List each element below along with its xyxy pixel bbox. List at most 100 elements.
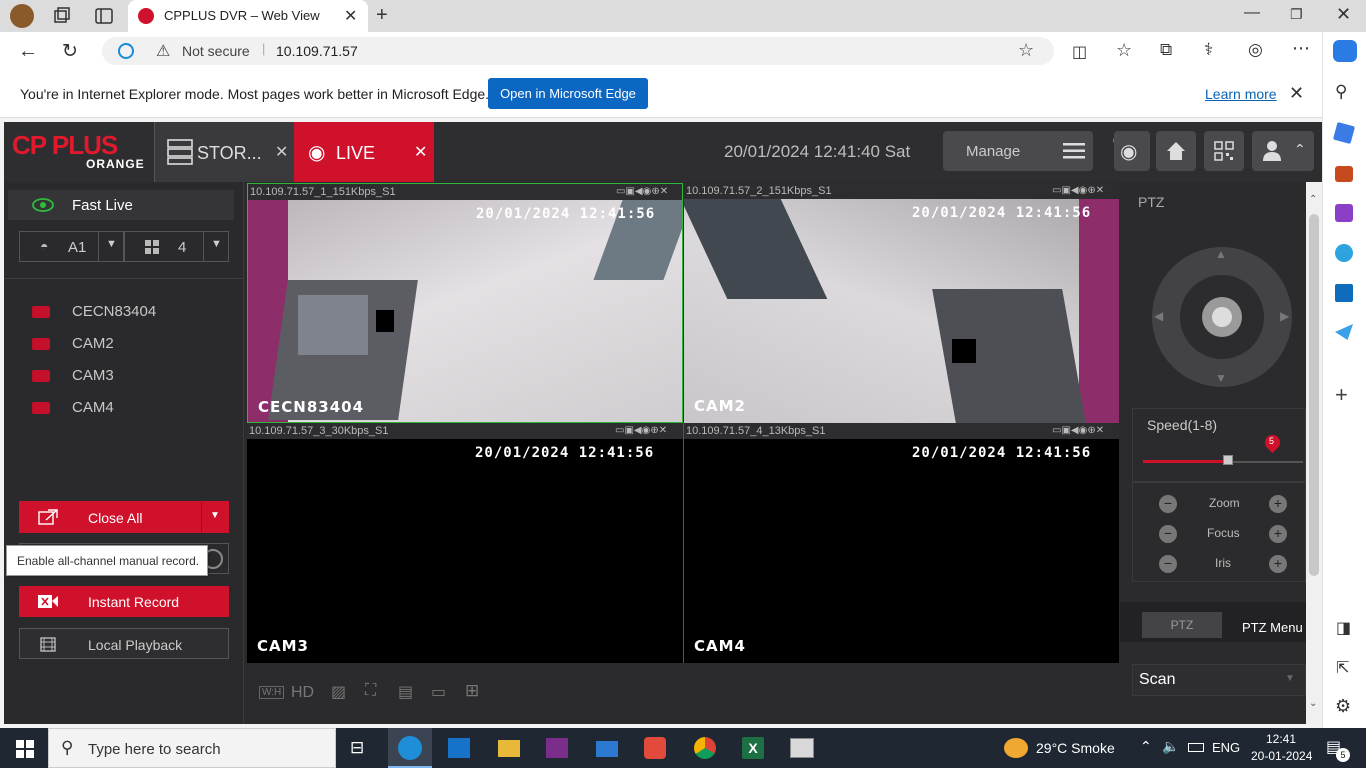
speed-slider-thumb[interactable]: [1223, 455, 1233, 465]
camera-view-4[interactable]: 10.109.71.57_4_13Kbps_S1 ▭▣◀◉⊕✕ 20/01/20…: [684, 423, 1119, 663]
volume-icon[interactable]: 🔈: [1162, 738, 1179, 755]
scan-select[interactable]: Scan ▼: [1132, 664, 1306, 696]
collections-icon[interactable]: ⧉: [1160, 40, 1172, 60]
page-scrollbar[interactable]: ⌃ ⌄: [1306, 182, 1322, 724]
copilot-icon[interactable]: [1333, 40, 1357, 62]
user-menu-button[interactable]: ⌃: [1252, 131, 1314, 171]
browser-tab-active[interactable]: CPPLUS DVR – Web View ✕: [128, 0, 368, 32]
microsoft-365-icon[interactable]: [1335, 244, 1353, 262]
ptz-down-arrow-icon[interactable]: ▼: [1215, 371, 1227, 385]
open-in-edge-button[interactable]: Open in Microsoft Edge: [488, 78, 648, 109]
extensions-icon[interactable]: ⚕: [1204, 40, 1213, 60]
list-item[interactable]: CECN83404: [30, 302, 230, 322]
quad-view-icon[interactable]: ⊞: [465, 681, 479, 701]
scroll-up-icon[interactable]: ⌃: [1309, 194, 1317, 205]
list-item[interactable]: CAM4: [30, 398, 230, 418]
close-all-button[interactable]: Close All ▼: [19, 500, 229, 533]
taskbar-edge-app[interactable]: [388, 728, 432, 768]
scrollbar-thumb[interactable]: [1309, 214, 1319, 576]
tab-actions-icon[interactable]: [94, 6, 114, 26]
camera-controls-icons[interactable]: ▭▣◀◉⊕✕: [615, 425, 667, 436]
camera-controls-icons[interactable]: ▭▣◀◉⊕✕: [1052, 185, 1104, 196]
manage-button[interactable]: Manage: [943, 131, 1093, 171]
ie-mode-icon[interactable]: [118, 43, 134, 59]
workspaces-icon[interactable]: [52, 6, 72, 26]
not-secure-label[interactable]: Not secure: [182, 43, 250, 59]
send-icon[interactable]: [1335, 324, 1353, 340]
ptz-right-arrow-icon[interactable]: ▶: [1280, 309, 1289, 323]
ptz-direction-pad[interactable]: ▲ ▼ ◀ ▶: [1152, 247, 1292, 387]
tray-chevron-icon[interactable]: ⌃: [1140, 738, 1152, 755]
back-icon[interactable]: ←: [18, 40, 38, 63]
favorites-icon[interactable]: ☆: [1116, 40, 1132, 61]
profile-avatar[interactable]: [10, 4, 34, 28]
weather-text[interactable]: 29°C Smoke: [1036, 740, 1115, 756]
settings-gear-icon[interactable]: ⚙: [1335, 696, 1351, 717]
tab-storage-close-icon[interactable]: ✕: [275, 142, 288, 162]
stream-select[interactable]: ◓ A1 ▼: [19, 231, 124, 262]
instant-record-button[interactable]: Instant Record: [19, 586, 229, 617]
toolbar-view-icon[interactable]: ▤: [398, 682, 413, 702]
tab-ptz-menu[interactable]: PTZ Menu: [1242, 620, 1303, 635]
warning-icon[interactable]: ⚠: [156, 41, 170, 61]
windows-start-icon[interactable]: [16, 740, 34, 758]
tab-close-icon[interactable]: ✕: [344, 6, 357, 26]
zoom-out-button[interactable]: −: [1159, 495, 1177, 513]
battery-icon[interactable]: [1188, 743, 1204, 752]
games-icon[interactable]: [1335, 204, 1353, 222]
focus-plus-button[interactable]: +: [1269, 525, 1287, 543]
hd-button[interactable]: HD: [291, 684, 314, 702]
clock-date[interactable]: 20-01-2024: [1251, 749, 1312, 763]
split-select[interactable]: 4 ▼: [124, 231, 229, 262]
ptz-up-arrow-icon[interactable]: ▲: [1215, 247, 1227, 261]
tab-live[interactable]: ◉ LIVE ✕: [294, 122, 434, 182]
performance-icon[interactable]: ◎: [1248, 40, 1263, 60]
winrar-icon[interactable]: [546, 738, 568, 758]
ie-bar-close-icon[interactable]: ✕: [1289, 83, 1304, 104]
dvr-client-icon[interactable]: [790, 738, 814, 758]
fluency-icon[interactable]: ▨: [331, 682, 346, 702]
taskbar-search[interactable]: ⚲ Type here to search: [48, 728, 336, 768]
anydesk-icon[interactable]: [644, 737, 666, 759]
ptz-left-arrow-icon[interactable]: ◀: [1154, 309, 1163, 323]
tools-briefcase-icon[interactable]: [1335, 166, 1353, 182]
iris-plus-button[interactable]: +: [1269, 555, 1287, 573]
weather-sun-icon[interactable]: [1004, 738, 1028, 758]
camera-view-3[interactable]: 10.109.71.57_3_30Kbps_S1 ▭▣◀◉⊕✕ 20/01/20…: [247, 423, 683, 663]
excel-icon[interactable]: X: [742, 737, 764, 759]
search-icon[interactable]: ⚲: [1335, 82, 1347, 102]
close-window-button[interactable]: ✕: [1336, 4, 1351, 25]
favorite-star-icon[interactable]: ☆: [1018, 40, 1034, 61]
add-sidebar-app-icon[interactable]: +: [1335, 382, 1348, 408]
qr-code-button[interactable]: [1204, 131, 1244, 171]
single-view-icon[interactable]: ▭: [431, 682, 446, 702]
external-link-icon[interactable]: ⇱: [1336, 658, 1349, 678]
list-item[interactable]: CAM3: [30, 366, 230, 386]
aspect-ratio-button[interactable]: W:H: [259, 686, 285, 699]
close-all-dropdown-icon[interactable]: ▼: [210, 510, 220, 521]
focus-minus-button[interactable]: −: [1159, 525, 1177, 543]
zoom-in-button[interactable]: +: [1269, 495, 1287, 513]
new-tab-button[interactable]: +: [376, 4, 388, 27]
url-text[interactable]: 10.109.71.57: [276, 43, 358, 59]
split-screen-icon[interactable]: ◫: [1072, 42, 1087, 62]
sidebar-toggle-icon[interactable]: ◨: [1336, 618, 1351, 638]
restore-button[interactable]: ❐: [1290, 6, 1303, 23]
more-menu-icon[interactable]: ⋯: [1292, 38, 1310, 59]
camera-view-2[interactable]: 10.109.71.57_2_151Kbps_S1 ▭▣◀◉⊕✕ 20/01/2…: [684, 183, 1119, 423]
mail-icon[interactable]: [596, 741, 618, 757]
list-item[interactable]: CAM2: [30, 334, 230, 354]
home-button[interactable]: [1156, 131, 1196, 171]
clock-time[interactable]: 12:41: [1266, 732, 1296, 746]
live-view-button[interactable]: ◉: [1114, 131, 1150, 171]
tab-storage[interactable]: STOR... ✕: [154, 122, 294, 182]
outlook-icon[interactable]: [1335, 284, 1353, 302]
tab-live-close-icon[interactable]: ✕: [414, 142, 427, 162]
refresh-icon[interactable]: ↻: [62, 40, 78, 63]
store-icon[interactable]: [448, 738, 470, 758]
camera-controls-icons[interactable]: ▭▣◀◉⊕✕: [616, 186, 668, 197]
tab-ptz[interactable]: PTZ: [1142, 612, 1222, 638]
learn-more-link[interactable]: Learn more: [1205, 86, 1277, 102]
fast-live-row[interactable]: Fast Live: [8, 190, 234, 220]
minimize-button[interactable]: —: [1244, 4, 1260, 22]
